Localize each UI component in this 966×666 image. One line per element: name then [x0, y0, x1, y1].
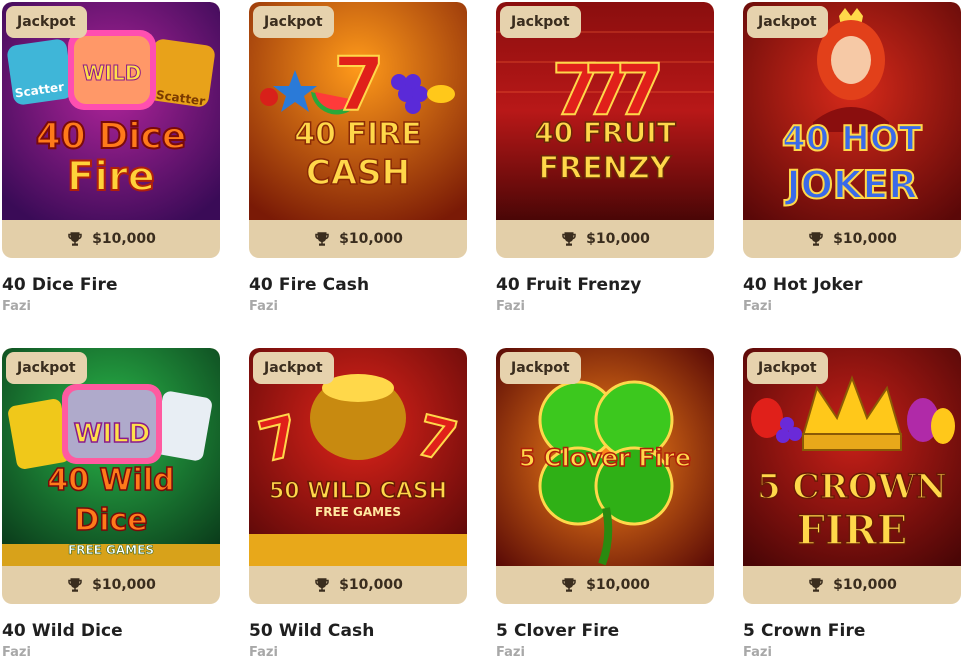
art-title-line: 40 HOT	[782, 119, 923, 159]
game-tile[interactable]: 7 7 50 WILD CASH FREE GAMES Jackpot $10,…	[249, 348, 467, 604]
prize-amount: $10,000	[586, 577, 650, 593]
jackpot-badge: Jackpot	[747, 6, 828, 38]
trophy-icon	[68, 232, 82, 246]
game-title[interactable]: 40 Wild Dice	[2, 621, 222, 641]
svg-text:7: 7	[333, 42, 385, 128]
game-tile[interactable]: 7 7 7 40 FRUIT FRENZY Jackpot $10,000	[496, 2, 714, 258]
game-title[interactable]: 40 Hot Joker	[743, 275, 963, 295]
game-provider: Fazi	[496, 299, 525, 314]
jackpot-badge: Jackpot	[747, 352, 828, 384]
game-card[interactable]: WILD 40 Wild Dice FREE GAMES Jackpot $10…	[2, 348, 222, 660]
game-card[interactable]: 40 HOT JOKER Jackpot $10,000 40 Hot Joke…	[743, 2, 963, 314]
art-label: WILD	[83, 61, 142, 85]
art-title-line: Fire	[67, 154, 155, 200]
jackpot-badge: Jackpot	[253, 6, 334, 38]
game-title[interactable]: 50 Wild Cash	[249, 621, 469, 641]
jackpot-badge: Jackpot	[253, 352, 334, 384]
jackpot-badge: Jackpot	[500, 6, 581, 38]
game-tile[interactable]: 40 HOT JOKER Jackpot $10,000	[743, 2, 961, 258]
art-title-line: 50 WILD CASH	[269, 479, 447, 504]
prize-amount: $10,000	[339, 577, 403, 593]
game-card[interactable]: 7 7 7 40 FRUIT FRENZY Jackpot $10,000 40…	[496, 2, 716, 314]
trophy-icon	[809, 232, 823, 246]
game-card[interactable]: 5 Clover Fire Jackpot $10,000 5 Clover F…	[496, 348, 716, 660]
game-tile[interactable]: 7 40 FIRE CASH Jackpot $10,000	[249, 2, 467, 258]
jackpot-badge: Jackpot	[500, 352, 581, 384]
prize-amount: $10,000	[339, 231, 403, 247]
game-tile[interactable]: Scatter WILD Scatter 40 Dice Fire Jackpo…	[2, 2, 220, 258]
game-tile[interactable]: 5 CROWN FIRE Jackpot $10,000	[743, 348, 961, 604]
game-title[interactable]: 40 Fruit Frenzy	[496, 275, 716, 295]
art-title-line: 5 CROWN	[757, 467, 947, 507]
jackpot-prize: $10,000	[249, 220, 467, 258]
game-title[interactable]: 40 Dice Fire	[2, 275, 222, 295]
art-title-line: JOKER	[783, 163, 917, 207]
art-title-line: FIRE	[797, 507, 908, 554]
art-subtitle: FREE GAMES	[315, 505, 401, 519]
game-title[interactable]: 5 Clover Fire	[496, 621, 716, 641]
game-title[interactable]: 40 Fire Cash	[249, 275, 469, 295]
game-tile[interactable]: WILD 40 Wild Dice FREE GAMES Jackpot $10…	[2, 348, 220, 604]
trophy-icon	[809, 578, 823, 592]
trophy-icon	[562, 232, 576, 246]
jackpot-badge: Jackpot	[6, 6, 87, 38]
game-provider: Fazi	[249, 299, 278, 314]
game-provider: Fazi	[496, 645, 525, 660]
game-card[interactable]: Scatter WILD Scatter 40 Dice Fire Jackpo…	[2, 2, 222, 314]
art-title-line: CASH	[306, 153, 410, 193]
jackpot-prize: $10,000	[2, 220, 220, 258]
game-provider: Fazi	[743, 645, 772, 660]
jackpot-badge: Jackpot	[6, 352, 87, 384]
jackpot-prize: $10,000	[496, 220, 714, 258]
game-provider: Fazi	[2, 645, 31, 660]
game-card[interactable]: 7 7 50 WILD CASH FREE GAMES Jackpot $10,…	[249, 348, 469, 660]
art-subtitle: FREE GAMES	[68, 543, 154, 557]
game-provider: Fazi	[249, 645, 278, 660]
jackpot-prize: $10,000	[496, 566, 714, 604]
game-title[interactable]: 5 Crown Fire	[743, 621, 963, 641]
jackpot-prize: $10,000	[743, 566, 961, 604]
art-title-line: 5 Clover Fire	[519, 444, 691, 472]
prize-amount: $10,000	[833, 231, 897, 247]
art-title-line: 40 Dice	[36, 116, 187, 157]
art-title-line: FRENZY	[539, 151, 673, 186]
art-title-line: 40 Wild	[47, 463, 174, 498]
game-provider: Fazi	[743, 299, 772, 314]
game-tile[interactable]: 5 Clover Fire Jackpot $10,000	[496, 348, 714, 604]
game-provider: Fazi	[2, 299, 31, 314]
prize-amount: $10,000	[833, 577, 897, 593]
art-title-line: 40 FRUIT	[534, 116, 676, 149]
game-card[interactable]: 5 CROWN FIRE Jackpot $10,000 5 Crown Fir…	[743, 348, 963, 660]
game-card[interactable]: 7 40 FIRE CASH Jackpot $10,000 40 Fire C…	[249, 2, 469, 314]
jackpot-prize: $10,000	[249, 566, 467, 604]
prize-amount: $10,000	[586, 231, 650, 247]
trophy-icon	[68, 578, 82, 592]
trophy-icon	[315, 578, 329, 592]
art-title-line: 40 FIRE	[294, 117, 421, 152]
jackpot-prize: $10,000	[2, 566, 220, 604]
jackpot-prize: $10,000	[743, 220, 961, 258]
prize-amount: $10,000	[92, 577, 156, 593]
art-title-line: WILD	[74, 419, 151, 449]
game-grid: Scatter WILD Scatter 40 Dice Fire Jackpo…	[0, 0, 966, 666]
trophy-icon	[562, 578, 576, 592]
prize-amount: $10,000	[92, 231, 156, 247]
trophy-icon	[315, 232, 329, 246]
art-title-line: Dice	[74, 503, 147, 538]
